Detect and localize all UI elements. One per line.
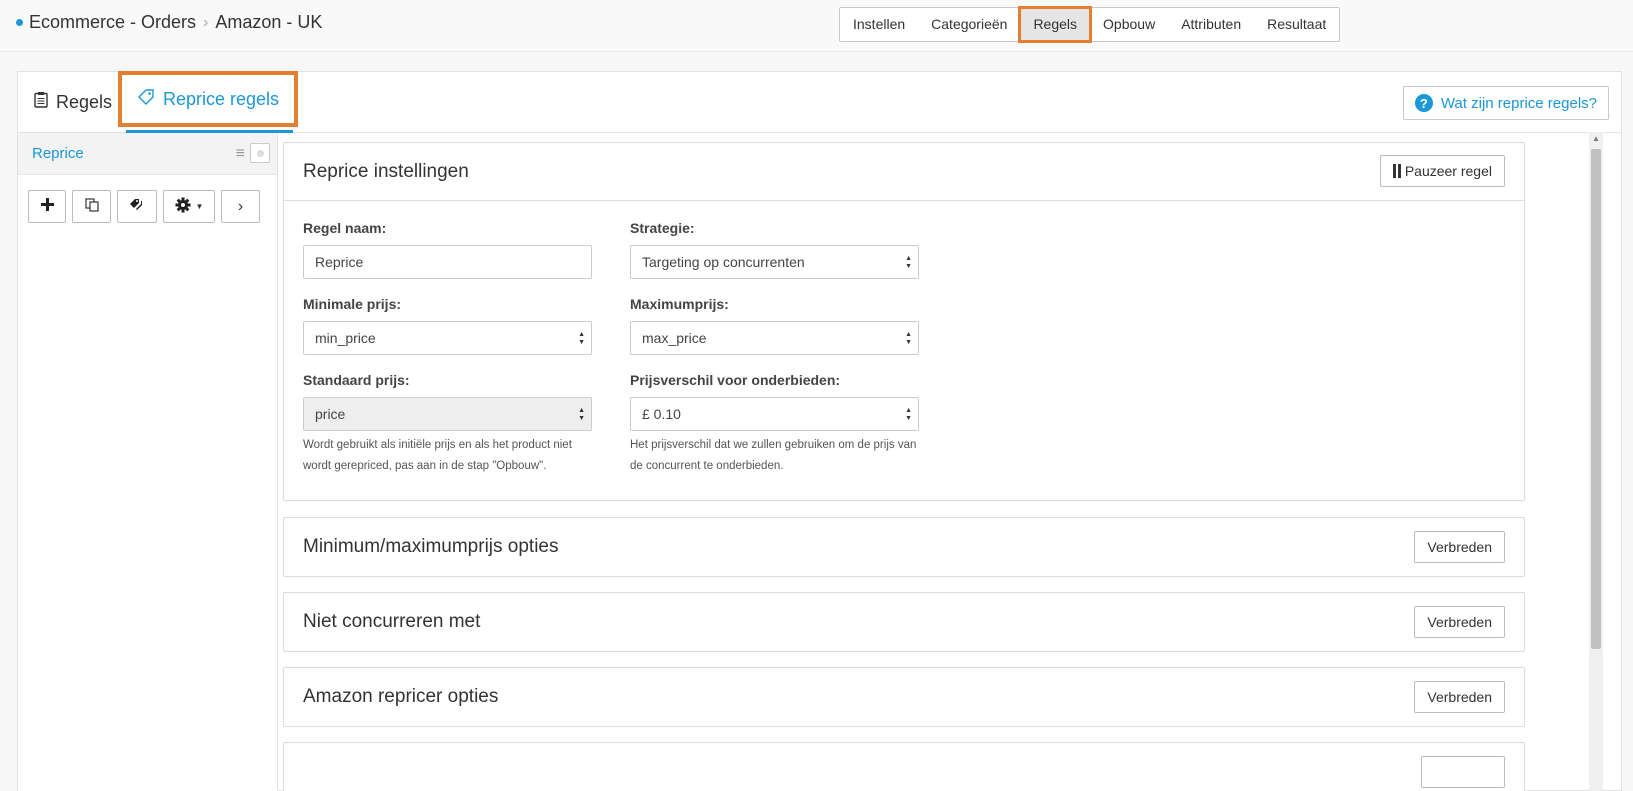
standard-price-label: Standaard prijs: [303, 372, 410, 388]
rules-sidebar: Reprice ≡ ▼ › [18, 133, 278, 791]
max-price-label: Maximumprijs: [630, 296, 729, 312]
max-price-select[interactable]: max_price [630, 321, 919, 355]
price-difference-label: Prijsverschil voor onderbieden: [630, 372, 841, 388]
rule-name-field: Regel naam: Reprice [303, 220, 592, 279]
standard-price-select: price [303, 397, 592, 431]
breadcrumb: Ecommerce - Orders › Amazon - UK [16, 12, 322, 33]
price-difference-select[interactable]: £ 0.10 [630, 397, 919, 431]
step-opbouw[interactable]: Opbouw [1090, 8, 1168, 41]
status-dot-icon [16, 19, 23, 26]
step-attributen[interactable]: Attributen [1168, 8, 1254, 41]
next-button[interactable]: › [221, 190, 260, 223]
breadcrumb-feed[interactable]: Amazon - UK [215, 12, 322, 33]
settings-header: Reprice instellingen Pauzeer regel [284, 143, 1524, 201]
min-price-select[interactable]: min_price [303, 321, 592, 355]
standard-price-hint: Wordt gebruikt als initiële prijs en als… [303, 439, 572, 472]
pause-icon [1392, 164, 1401, 178]
tag-icon [137, 88, 155, 111]
step-categorieen[interactable]: Categorieën [918, 8, 1020, 41]
tab-bar: Regels Reprice regels ? Wat zijn reprice… [18, 71, 1621, 133]
wizard-steps: Instellen Categorieën Regels Opbouw Attr… [839, 6, 1341, 43]
expand-next-button[interactable] [1421, 756, 1505, 788]
no-compete-card: Niet concurreren met Verbreden [283, 592, 1525, 652]
help-button-label: Wat zijn reprice regels? [1440, 94, 1597, 112]
rule-name-input[interactable]: Reprice [303, 245, 592, 279]
settings-dropdown-button[interactable]: ▼ [163, 190, 215, 223]
tab-reprice-label: Reprice regels [162, 88, 280, 109]
gear-icon [175, 197, 191, 217]
expand-minmax-button[interactable]: Verbreden [1414, 531, 1505, 563]
copy-icon [84, 197, 99, 216]
breadcrumb-channel[interactable]: Ecommerce - Orders [29, 12, 196, 33]
amazon-repricer-card: Amazon repricer opties Verbreden [283, 667, 1525, 727]
rule-toggle[interactable] [250, 143, 270, 163]
step-regels[interactable]: Regels [1018, 6, 1093, 43]
strategy-select[interactable]: Targeting op concurrenten [630, 245, 919, 279]
reprice-settings-card: Reprice instellingen Pauzeer regel Regel… [283, 142, 1525, 501]
amazon-repricer-title: Amazon repricer opties [303, 686, 499, 707]
minmax-options-card: Minimum/maximumprijs opties Verbreden [283, 517, 1525, 577]
tab-regels-label: Regels [56, 91, 113, 112]
next-section-card [283, 742, 1525, 791]
price-difference-hint: Het prijsverschil dat we zullen gebruike… [630, 439, 917, 472]
strategy-field: Strategie: Targeting op concurrenten [630, 220, 919, 279]
sidebar-item-label: Reprice [32, 145, 84, 162]
step-instellen[interactable]: Instellen [840, 8, 918, 41]
strategy-label: Strategie: [630, 220, 695, 236]
max-price-field: Maximumprijs: max_price [630, 296, 919, 355]
minmax-options-title: Minimum/maximumprijs opties [303, 536, 559, 557]
sidebar-item-reprice[interactable]: Reprice ≡ [18, 133, 277, 175]
standard-price-field: Standaard prijs: price Wordt gebruikt al… [303, 372, 592, 477]
scroll-up-icon[interactable]: ▲ [1592, 134, 1600, 143]
plus-icon [40, 198, 54, 215]
chevron-right-icon: › [203, 13, 209, 31]
copy-rule-button[interactable] [72, 190, 111, 223]
tab-regels[interactable]: Regels [34, 72, 112, 132]
pause-rule-button[interactable]: Pauzeer regel [1379, 155, 1505, 187]
expand-amazon-button[interactable]: Verbreden [1414, 681, 1505, 713]
sidebar-toolbar: ▼ › [28, 190, 266, 223]
question-circle-icon: ? [1414, 94, 1433, 112]
scrollbar-thumb[interactable] [1591, 149, 1601, 649]
chevron-right-icon: › [237, 197, 244, 215]
drag-handle-icon[interactable]: ≡ [236, 145, 245, 163]
top-bar: Ecommerce - Orders › Amazon - UK Instell… [0, 0, 1633, 52]
add-rule-button[interactable] [28, 190, 66, 223]
pause-rule-label: Pauzeer regel [1404, 163, 1492, 179]
content-scrollbar[interactable]: ▲ [1589, 132, 1603, 791]
rule-name-label: Regel naam: [303, 220, 387, 236]
tags-button[interactable] [117, 190, 157, 223]
expand-no-compete-button[interactable]: Verbreden [1414, 606, 1505, 638]
main-panel: Regels Reprice regels ? Wat zijn reprice… [17, 71, 1622, 791]
min-price-label: Minimale prijs: [303, 296, 402, 312]
caret-down-icon: ▼ [195, 202, 204, 211]
clipboard-icon [34, 91, 48, 113]
step-resultaat[interactable]: Resultaat [1254, 8, 1339, 41]
tab-reprice-regels[interactable]: Reprice regels [118, 71, 298, 127]
no-compete-title: Niet concurreren met [303, 611, 481, 632]
help-button[interactable]: ? Wat zijn reprice regels? [1402, 86, 1609, 120]
tags-icon [129, 198, 145, 216]
settings-title: Reprice instellingen [303, 161, 469, 182]
price-difference-field: Prijsverschil voor onderbieden: £ 0.10 H… [630, 372, 919, 477]
min-price-field: Minimale prijs: min_price [303, 296, 592, 355]
